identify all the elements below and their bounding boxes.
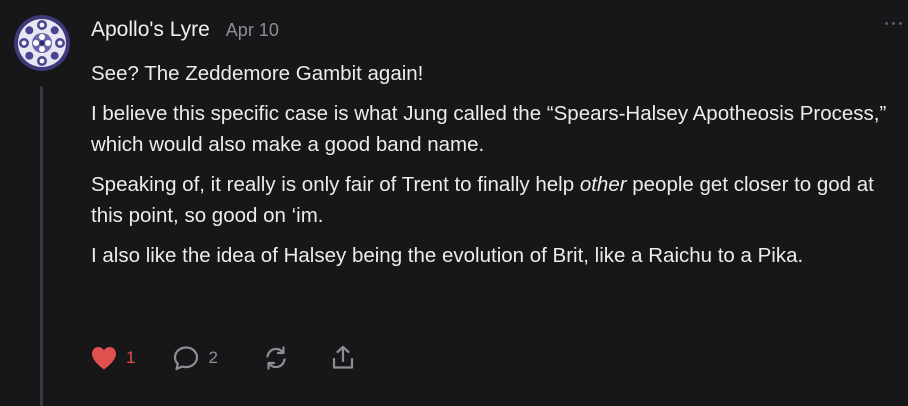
comment-paragraph: I believe this specific case is what Jun…	[91, 102, 887, 156]
like-button[interactable]: 1	[90, 345, 135, 371]
reply-button[interactable]: 2	[172, 344, 218, 372]
emphasis-text: other	[579, 173, 627, 196]
comment-paragraph: See? The Zeddemore Gambit again!	[91, 62, 424, 85]
author-name[interactable]: Apollo's Lyre	[91, 18, 210, 42]
restack-arrows-icon	[266, 346, 286, 370]
comment-date[interactable]: Apr 10	[226, 20, 279, 41]
comment-paragraph: Speaking of, it really is only fair of T…	[91, 169, 891, 231]
share-button[interactable]	[330, 344, 356, 372]
ellipsis-icon	[885, 22, 888, 25]
share-upload-icon	[332, 345, 354, 369]
action-bar: 1 2	[90, 343, 356, 373]
more-options-button[interactable]	[885, 22, 902, 25]
comment-card: Apollo's Lyre Apr 10 See? The Zeddemore …	[0, 0, 908, 406]
restack-button[interactable]	[262, 344, 290, 372]
ellipsis-icon	[892, 22, 895, 25]
comment-paragraph: I also like the idea of Halsey being the…	[91, 244, 804, 267]
like-count: 1	[126, 348, 136, 367]
speech-bubble-icon	[174, 346, 199, 371]
thread-line	[40, 86, 43, 406]
paragraph-text: Speaking of, it really is only fair of T…	[91, 173, 580, 196]
heart-filled-icon	[92, 347, 116, 370]
comment-header: Apollo's Lyre Apr 10	[91, 18, 279, 42]
avatar[interactable]	[14, 15, 70, 71]
comment-body: See? The Zeddemore Gambit again! I belie…	[91, 58, 891, 280]
reply-count: 2	[208, 348, 218, 367]
mandala-avatar-icon	[14, 15, 70, 71]
ellipsis-icon	[899, 22, 902, 25]
